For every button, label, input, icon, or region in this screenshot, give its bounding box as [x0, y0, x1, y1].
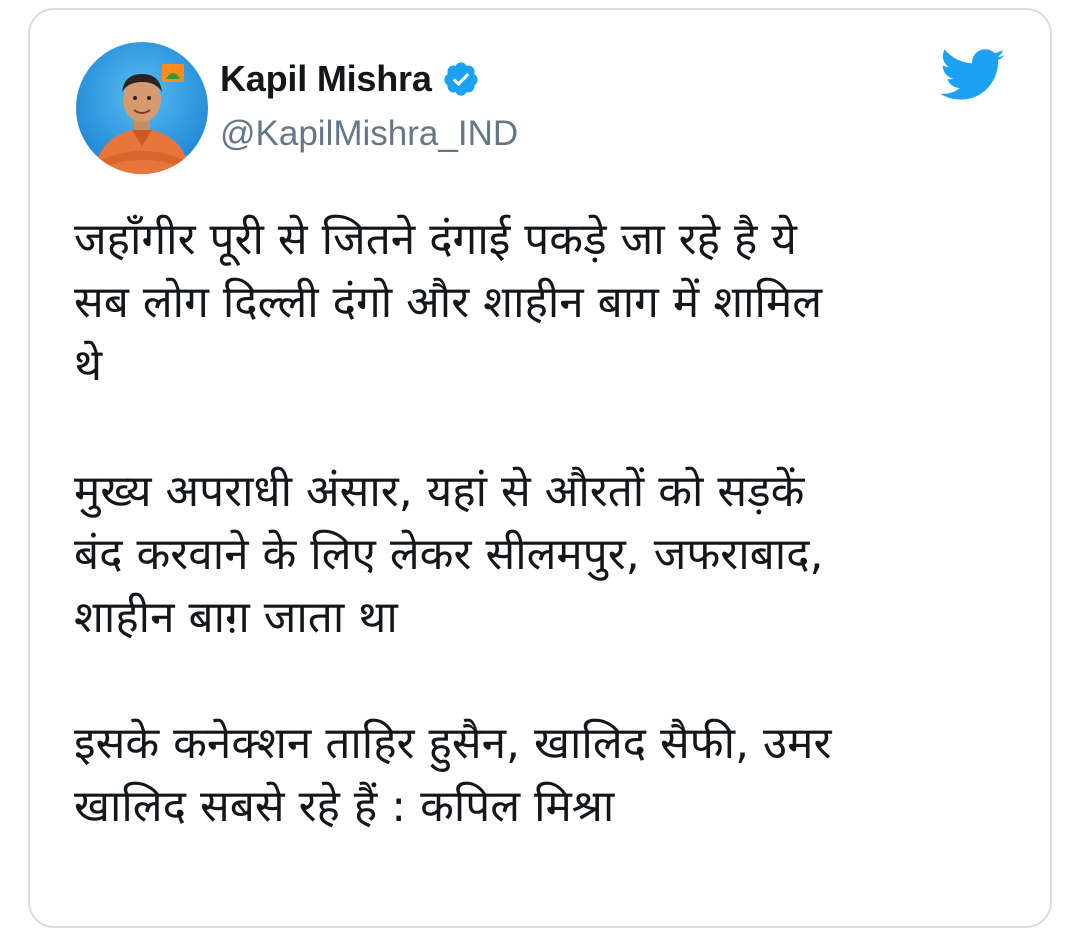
tweet-paragraph-2: मुख्य अपराधी अंसार, यहां से औरतों को सड़… [74, 466, 824, 643]
avatar[interactable] [76, 42, 208, 174]
author-name-row: Kapil Mishra [220, 56, 518, 102]
tweet-text: जहाँगीर पूरी से जितने दंगाई पकड़े जा रहे… [74, 208, 1034, 838]
tweet-paragraph-1: जहाँगीर पूरी से जितने दंगाई पकड़े जा रहे… [74, 214, 823, 391]
tweet-paragraph-3: इसके कनेक्शन ताहिर हुसैन, खालिद सैफी, उम… [74, 718, 832, 832]
author-block: Kapil Mishra @KapilMishra_IND [220, 56, 518, 154]
twitter-bird-icon[interactable] [940, 48, 1006, 104]
verified-badge-icon [442, 60, 480, 98]
author-name[interactable]: Kapil Mishra [220, 58, 432, 100]
author-handle[interactable]: @KapilMishra_IND [220, 114, 518, 154]
